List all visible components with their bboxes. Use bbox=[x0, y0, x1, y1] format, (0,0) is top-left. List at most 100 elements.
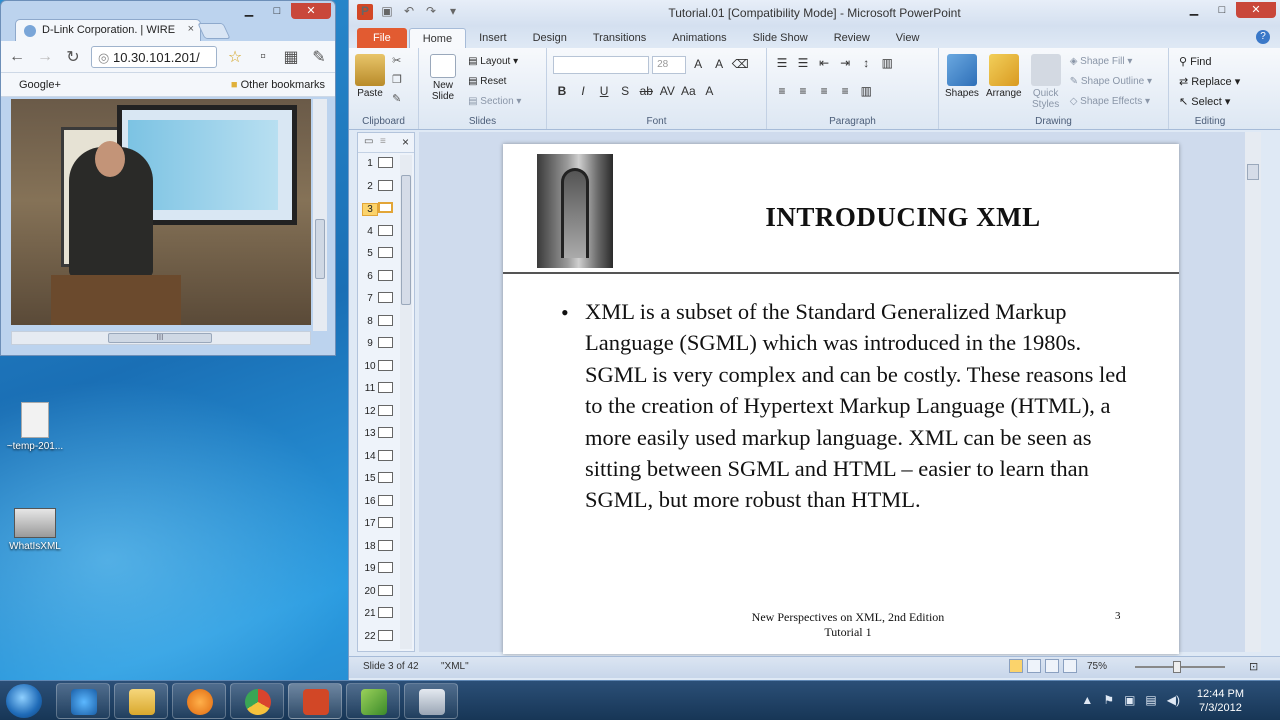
align-right-icon[interactable]: ≡ bbox=[815, 84, 833, 98]
numbering-icon[interactable]: ☰ bbox=[794, 56, 812, 70]
quick-styles-button[interactable]: Quick Styles bbox=[1029, 52, 1063, 110]
outline-tab-icon[interactable]: ≡ bbox=[380, 136, 386, 147]
forward-arrow-icon[interactable]: → bbox=[35, 48, 55, 66]
close-pane-icon[interactable]: × bbox=[402, 135, 409, 149]
taskbar-powerpoint[interactable] bbox=[288, 683, 342, 719]
normal-view-icon[interactable] bbox=[1009, 659, 1023, 673]
tab-animations[interactable]: Animations bbox=[659, 28, 739, 48]
align-center-icon[interactable]: ≡ bbox=[794, 84, 812, 98]
font-color-icon[interactable]: A bbox=[700, 84, 718, 98]
paste-button[interactable]: Paste bbox=[355, 52, 385, 99]
tab-design[interactable]: Design bbox=[520, 28, 580, 48]
help-icon[interactable]: ? bbox=[1256, 30, 1270, 44]
clear-format-icon[interactable]: ⌫ bbox=[731, 57, 749, 71]
taskbar-window[interactable] bbox=[404, 683, 458, 719]
browser-vertical-scrollbar[interactable] bbox=[313, 99, 327, 331]
line-spacing-icon[interactable]: ↕ bbox=[857, 56, 875, 70]
justify-icon[interactable]: ≡ bbox=[836, 84, 854, 98]
select-button[interactable]: ↖ Select ▾ bbox=[1175, 92, 1245, 112]
star-icon[interactable]: ☆ bbox=[225, 47, 245, 67]
maximize-icon[interactable]: □ bbox=[1208, 2, 1236, 18]
zoom-knob[interactable] bbox=[1173, 661, 1181, 673]
taskbar-media-player[interactable] bbox=[172, 683, 226, 719]
replace-button[interactable]: ⇄ Replace ▾ bbox=[1175, 72, 1245, 92]
scroll-thumb[interactable]: III bbox=[108, 333, 212, 343]
shadow-icon[interactable]: S bbox=[616, 84, 634, 98]
slide-vertical-scrollbar[interactable] bbox=[1245, 132, 1261, 652]
clock[interactable]: 12:44 PM 7/3/2012 bbox=[1197, 687, 1244, 715]
shape-outline-button[interactable]: ✎ Shape Outline ▾ bbox=[1070, 72, 1152, 92]
browser-horizontal-scrollbar[interactable]: III bbox=[11, 331, 311, 345]
slide-body-text[interactable]: XML is a subset of the Standard Generali… bbox=[585, 296, 1141, 516]
text-columns-icon[interactable]: ▥ bbox=[857, 84, 875, 98]
shape-fill-button[interactable]: ◈ Shape Fill ▾ bbox=[1070, 52, 1152, 72]
extension-icon[interactable]: ▫ bbox=[253, 48, 273, 66]
shape-effects-button[interactable]: ◇ Shape Effects ▾ bbox=[1070, 92, 1152, 112]
device-icon[interactable]: ▣ bbox=[1124, 693, 1135, 707]
cut-icon[interactable]: ✂ bbox=[392, 52, 402, 71]
back-arrow-icon[interactable]: ← bbox=[7, 48, 27, 66]
change-case-icon[interactable]: Aa bbox=[679, 84, 697, 98]
show-hidden-icons[interactable]: ▲ bbox=[1081, 693, 1093, 707]
bookmark-google-plus[interactable]: Google+ bbox=[19, 79, 61, 91]
taskbar-camtasia[interactable] bbox=[346, 683, 400, 719]
zoom-slider[interactable] bbox=[1135, 661, 1225, 673]
slide-title[interactable]: INTRODUCING XML bbox=[623, 202, 1183, 233]
copy-icon[interactable]: ❐ bbox=[392, 71, 402, 90]
minimize-icon[interactable]: ▁ bbox=[235, 3, 263, 19]
fit-window-icon[interactable]: ⊡ bbox=[1249, 660, 1258, 673]
thumbnail-scrollbar[interactable] bbox=[400, 155, 412, 649]
new-tab-button[interactable] bbox=[197, 23, 231, 39]
close-icon[interactable]: ✕ bbox=[291, 3, 331, 19]
find-button[interactable]: ⚲ Find bbox=[1175, 52, 1245, 72]
network-icon[interactable]: ▤ bbox=[1145, 693, 1156, 707]
desktop-icon-whatisxml[interactable]: WhatIsXML bbox=[0, 508, 70, 552]
reset-button[interactable]: ▤ Reset bbox=[468, 72, 521, 92]
wrench-icon[interactable]: ✎ bbox=[309, 47, 329, 67]
current-slide[interactable]: INTRODUCING XML • XML is a subset of the… bbox=[503, 144, 1179, 654]
extension-icon-2[interactable]: ▦ bbox=[281, 47, 301, 67]
underline-icon[interactable]: U bbox=[595, 84, 613, 98]
section-button[interactable]: ▤ Section ▾ bbox=[468, 92, 521, 112]
bullets-icon[interactable]: ☰ bbox=[773, 56, 791, 70]
tab-view[interactable]: View bbox=[883, 28, 933, 48]
bold-icon[interactable]: B bbox=[553, 84, 571, 98]
close-tab-icon[interactable]: × bbox=[188, 23, 194, 35]
flag-icon[interactable]: ⚑ bbox=[1103, 693, 1114, 707]
tab-home[interactable]: Home bbox=[408, 28, 467, 48]
format-painter-icon[interactable]: ✎ bbox=[392, 90, 402, 109]
taskbar-ie[interactable] bbox=[56, 683, 110, 719]
italic-icon[interactable]: I bbox=[574, 84, 592, 98]
tab-file[interactable]: File bbox=[357, 28, 407, 48]
tab-review[interactable]: Review bbox=[821, 28, 883, 48]
strikethrough-icon[interactable]: ab bbox=[637, 84, 655, 98]
new-slide-button[interactable]: New Slide bbox=[425, 52, 461, 102]
address-bar[interactable]: ◎ 10.30.101.201/ bbox=[91, 45, 217, 68]
shrink-font-icon[interactable]: A bbox=[710, 57, 728, 71]
close-icon[interactable]: ✕ bbox=[1236, 2, 1276, 18]
increase-indent-icon[interactable]: ⇥ bbox=[836, 56, 854, 70]
slide-sorter-icon[interactable] bbox=[1027, 659, 1041, 673]
align-left-icon[interactable]: ≡ bbox=[773, 84, 791, 98]
font-size-combo[interactable]: 28 bbox=[652, 56, 687, 74]
taskbar-chrome[interactable] bbox=[230, 683, 284, 719]
shapes-button[interactable]: Shapes bbox=[945, 52, 979, 99]
browser-tab[interactable]: D-Link Corporation. | WIRE × bbox=[15, 19, 201, 41]
maximize-icon[interactable]: □ bbox=[263, 3, 291, 19]
taskbar-explorer[interactable] bbox=[114, 683, 168, 719]
arrange-button[interactable]: Arrange bbox=[986, 52, 1022, 99]
tab-slide-show[interactable]: Slide Show bbox=[740, 28, 821, 48]
grow-font-icon[interactable]: A bbox=[689, 57, 707, 71]
layout-button[interactable]: ▤ Layout ▾ bbox=[468, 52, 521, 72]
bookmark-other[interactable]: ■ Other bookmarks bbox=[231, 79, 325, 91]
tab-insert[interactable]: Insert bbox=[466, 28, 520, 48]
desktop-icon-temp-file[interactable]: ~temp-201... bbox=[0, 402, 70, 452]
minimize-icon[interactable]: ▁ bbox=[1180, 2, 1208, 18]
volume-icon[interactable]: ◀) bbox=[1167, 693, 1180, 707]
slides-tab-icon[interactable]: ▭ bbox=[364, 136, 373, 147]
columns-icon[interactable]: ▥ bbox=[878, 56, 896, 70]
reload-icon[interactable]: ↻ bbox=[63, 47, 83, 67]
char-spacing-icon[interactable]: AV bbox=[658, 84, 676, 98]
decrease-indent-icon[interactable]: ⇤ bbox=[815, 56, 833, 70]
tab-transitions[interactable]: Transitions bbox=[580, 28, 659, 48]
